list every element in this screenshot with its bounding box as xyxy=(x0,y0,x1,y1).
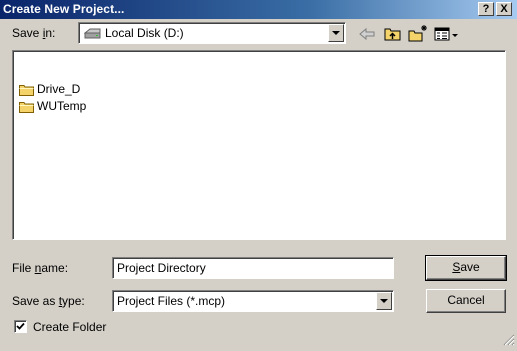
up-one-level-button[interactable] xyxy=(382,24,404,44)
save-in-dropdown-arrow[interactable] xyxy=(328,24,344,42)
view-menu-icon xyxy=(433,27,461,47)
save-button[interactable]: Save xyxy=(425,255,507,281)
create-folder-label: Create Folder xyxy=(33,320,107,334)
create-folder-checkbox[interactable] xyxy=(14,320,27,333)
save-in-dropdown[interactable]: Local Disk (D:) xyxy=(78,22,346,44)
save-as-type-value: Project Files (*.mcp) xyxy=(117,294,226,308)
folder-name: WUTemp xyxy=(37,99,87,113)
save-in-label: Save in: xyxy=(12,26,56,40)
file-name-label: File name: xyxy=(12,261,69,275)
folder-name: Drive_D xyxy=(37,82,81,96)
save-as-type-label: Save as type: xyxy=(12,294,85,308)
view-menu-button[interactable] xyxy=(433,24,461,44)
hard-disk-icon xyxy=(83,28,101,42)
new-folder-icon xyxy=(407,25,429,47)
folder-icon xyxy=(19,100,35,116)
file-list[interactable]: Drive_D WUTemp xyxy=(12,50,506,240)
help-button[interactable]: ? xyxy=(478,2,494,16)
create-new-folder-button[interactable] xyxy=(407,24,429,44)
resize-grip-icon[interactable] xyxy=(503,334,515,349)
back-arrow-icon xyxy=(356,27,378,47)
save-as-type-dropdown[interactable]: Project Files (*.mcp) xyxy=(112,290,394,312)
up-folder-icon xyxy=(382,28,404,47)
back-button[interactable] xyxy=(356,24,378,44)
folder-icon xyxy=(19,83,35,99)
save-as-type-dropdown-arrow[interactable] xyxy=(376,292,392,310)
dialog-title: Create New Project... xyxy=(3,2,125,16)
close-button[interactable]: X xyxy=(496,2,512,16)
create-new-project-dialog: Create New Project... ? X Save in: Local… xyxy=(0,0,517,351)
save-in-value: Local Disk (D:) xyxy=(105,26,184,40)
title-bar[interactable]: Create New Project... ? X xyxy=(0,0,517,19)
cancel-button[interactable]: Cancel xyxy=(426,289,506,313)
file-name-input[interactable] xyxy=(112,257,394,279)
